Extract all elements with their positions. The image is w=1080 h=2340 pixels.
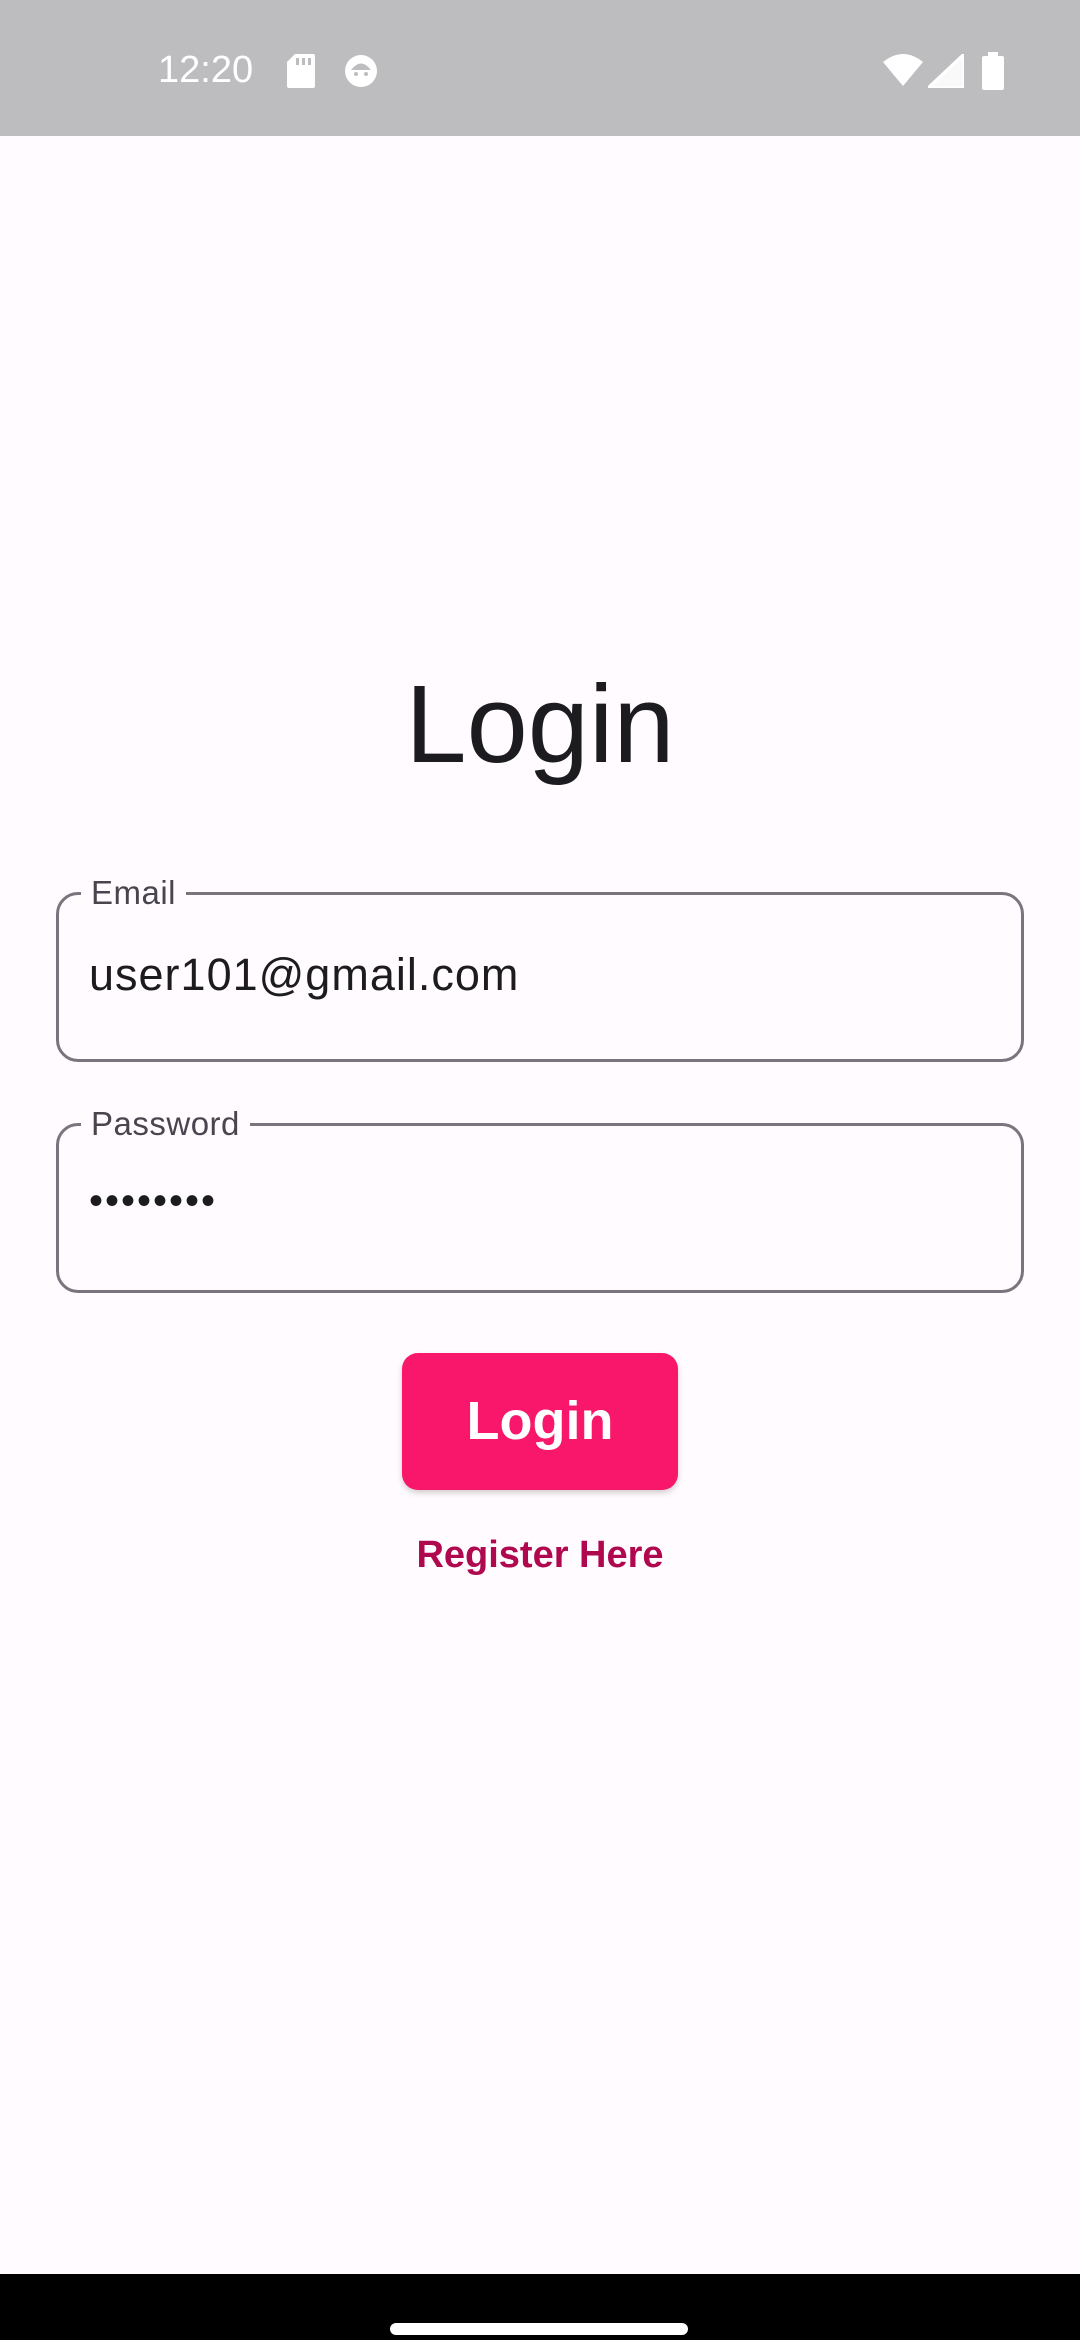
email-value[interactable]: user101@gmail.com: [89, 945, 519, 1005]
status-time: 12:20: [158, 49, 254, 91]
sd-card-icon: [287, 54, 315, 93]
battery-icon: [982, 52, 1004, 95]
email-field[interactable]: Email user101@gmail.com: [56, 871, 1024, 1062]
signal-icon: [924, 50, 966, 93]
page-title: Login: [405, 663, 675, 786]
password-label: Password: [81, 1102, 250, 1146]
wifi-icon: [883, 54, 923, 91]
status-bar: 12:20: [0, 0, 1080, 136]
register-link[interactable]: Register Here: [0, 1530, 1080, 1580]
email-label: Email: [81, 871, 187, 915]
login-button[interactable]: Login: [402, 1353, 678, 1490]
home-handle[interactable]: [390, 2323, 688, 2335]
face-icon: [343, 53, 379, 94]
password-value[interactable]: ••••••••: [89, 1171, 217, 1231]
password-field[interactable]: Password ••••••••: [56, 1102, 1024, 1293]
